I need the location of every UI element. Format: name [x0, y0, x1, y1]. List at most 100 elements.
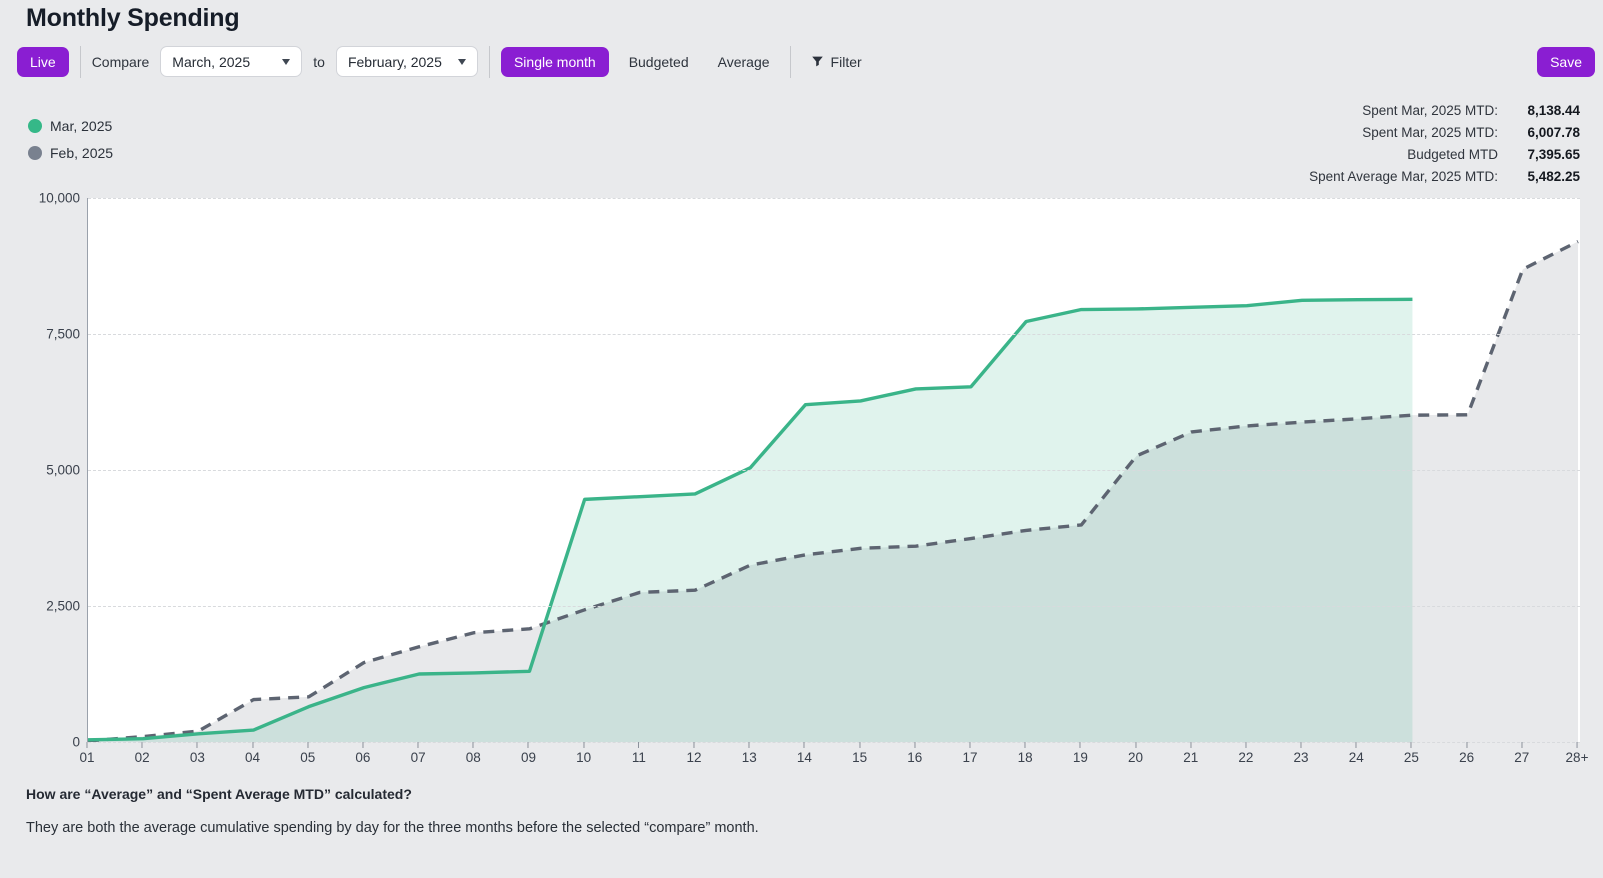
tick-mark	[1190, 742, 1191, 748]
tick-mark	[583, 742, 584, 748]
stat-label: Spent Mar, 2025 MTD:	[1309, 125, 1498, 140]
stat-label: Spent Mar, 2025 MTD:	[1309, 103, 1498, 118]
x-axis-tick: 26	[1459, 742, 1474, 765]
area-fill-feb-2025	[88, 242, 1578, 742]
tick-mark	[418, 742, 419, 748]
tick-mark	[1245, 742, 1246, 748]
single-month-button[interactable]: Single month	[501, 47, 609, 77]
compare-to-select[interactable]: February, 2025	[336, 46, 478, 77]
chart-section: Mar, 2025 Feb, 2025 Spent Mar, 2025 MTD: 8…	[0, 90, 1603, 778]
x-axis-tick-label: 11	[632, 750, 646, 765]
footnote-answer: They are both the average cumulative spe…	[26, 820, 759, 836]
x-axis-tick-label: 13	[742, 750, 757, 765]
x-axis-tick: 23	[1294, 742, 1309, 765]
x-axis-tick-label: 21	[1183, 750, 1198, 765]
x-axis-tick: 03	[190, 742, 205, 765]
x-axis-tick-label: 08	[466, 750, 481, 765]
x-axis-tick-label: 22	[1238, 750, 1253, 765]
save-button[interactable]: Save	[1537, 47, 1595, 77]
mtd-stats: Spent Mar, 2025 MTD: 8,138.44 Spent Mar, 2…	[1309, 103, 1580, 184]
tick-mark	[528, 742, 529, 748]
legend-item: Mar, 2025	[28, 118, 113, 134]
x-axis-tick-label: 10	[576, 750, 591, 765]
filter-button[interactable]: Filter	[802, 47, 871, 77]
y-axis-tick-label: 5,000	[46, 463, 80, 478]
x-axis-tick-label: 27	[1514, 750, 1529, 765]
x-axis-tick: 09	[521, 742, 536, 765]
tick-mark	[638, 742, 639, 748]
legend-label: Mar, 2025	[50, 118, 112, 134]
x-axis-tick-label: 15	[852, 750, 867, 765]
x-axis-tick-label: 09	[521, 750, 536, 765]
x-axis-tick: 21	[1183, 742, 1198, 765]
toolbar-divider	[80, 46, 81, 78]
x-axis-tick: 05	[300, 742, 315, 765]
compare-from-select[interactable]: March, 2025	[160, 46, 302, 77]
average-button[interactable]: Average	[709, 47, 779, 77]
series-line-mar-2025	[88, 299, 1412, 740]
x-axis-tick-label: 16	[907, 750, 922, 765]
x-axis-tick: 08	[466, 742, 481, 765]
x-axis-tick: 12	[687, 742, 702, 765]
tick-mark	[1411, 742, 1412, 748]
tick-mark	[694, 742, 695, 748]
series-line-feb-2025	[88, 242, 1578, 741]
x-axis-tick-label: 18	[1018, 750, 1033, 765]
tick-mark	[1301, 742, 1302, 748]
stat-label: Spent Average Mar, 2025 MTD:	[1309, 169, 1498, 184]
x-axis-tick-label: 01	[79, 750, 94, 765]
stat-value: 5,482.25	[1508, 169, 1580, 184]
gridline	[88, 198, 1580, 199]
filter-label: Filter	[831, 55, 862, 69]
compare-label: Compare	[92, 54, 150, 70]
filter-funnel-icon	[811, 55, 824, 68]
stat-value: 7,395.65	[1508, 147, 1580, 162]
x-axis-tick-label: 28+	[1566, 750, 1589, 765]
x-axis-tick: 06	[355, 742, 370, 765]
tick-mark	[307, 742, 308, 748]
x-axis-tick: 22	[1238, 742, 1253, 765]
tick-mark	[473, 742, 474, 748]
x-axis-tick: 13	[742, 742, 757, 765]
x-axis-tick-label: 20	[1128, 750, 1143, 765]
tick-mark	[1577, 742, 1578, 748]
stat-label: Budgeted MTD	[1309, 147, 1498, 162]
x-axis-tick-label: 02	[135, 750, 150, 765]
x-axis-tick: 20	[1128, 742, 1143, 765]
tick-mark	[1356, 742, 1357, 748]
toolbar: Live Compare March, 2025 to February, 20…	[17, 46, 1595, 77]
x-axis-tick: 01	[79, 742, 94, 765]
tick-mark	[1521, 742, 1522, 748]
gridline	[88, 470, 1580, 471]
tick-mark	[859, 742, 860, 748]
plot-area: 02,5005,0007,50010,000	[87, 198, 1580, 742]
x-axis-tick: 10	[576, 742, 591, 765]
x-axis-tick-label: 14	[797, 750, 812, 765]
x-axis-tick: 24	[1349, 742, 1364, 765]
x-axis-tick-label: 24	[1349, 750, 1364, 765]
tick-mark	[1080, 742, 1081, 748]
gridline	[88, 606, 1580, 607]
stat-value: 8,138.44	[1508, 103, 1580, 118]
footnote-question: How are “Average” and “Spent Average MTD…	[26, 786, 412, 802]
x-axis-tick: 15	[852, 742, 867, 765]
tick-mark	[197, 742, 198, 748]
x-axis-tick: 07	[411, 742, 426, 765]
tick-mark	[749, 742, 750, 748]
live-button[interactable]: Live	[17, 47, 69, 77]
tick-mark	[142, 742, 143, 748]
gridline	[88, 334, 1580, 335]
legend-label: Feb, 2025	[50, 145, 113, 161]
tick-mark	[87, 742, 88, 748]
budgeted-button[interactable]: Budgeted	[620, 47, 698, 77]
toolbar-divider	[790, 46, 791, 78]
compare-to-value: February, 2025	[348, 54, 442, 70]
tick-mark	[1025, 742, 1026, 748]
stat-value: 6,007.78	[1508, 125, 1580, 140]
x-axis-tick-label: 19	[1073, 750, 1088, 765]
x-axis-tick: 04	[245, 742, 260, 765]
x-axis-tick-label: 06	[355, 750, 370, 765]
x-axis-tick: 02	[135, 742, 150, 765]
x-axis-tick-label: 12	[687, 750, 702, 765]
x-axis-tick-label: 23	[1294, 750, 1309, 765]
